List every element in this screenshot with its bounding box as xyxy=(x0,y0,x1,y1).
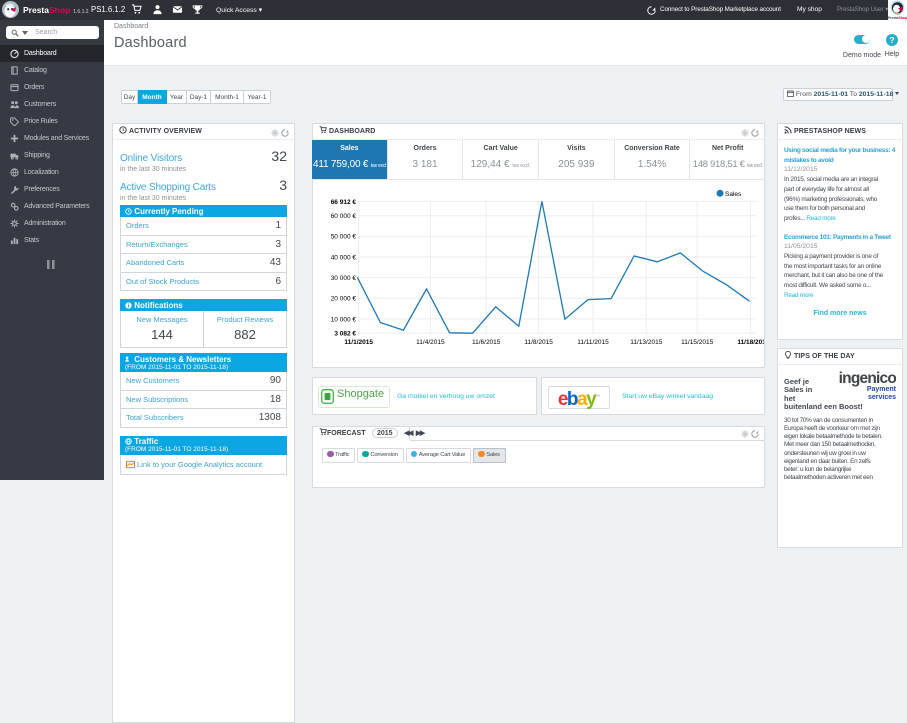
svg-text:40 000 €: 40 000 € xyxy=(331,254,357,261)
svg-text:11/1/2015: 11/1/2015 xyxy=(344,339,373,346)
svg-text:50 000 €: 50 000 € xyxy=(331,234,357,241)
svg-text:11/18/201: 11/18/201 xyxy=(737,339,764,346)
svg-text:3 082 €: 3 082 € xyxy=(334,331,356,338)
svg-text:11/8/2015: 11/8/2015 xyxy=(524,339,553,346)
svg-text:11/4/2015: 11/4/2015 xyxy=(416,339,445,346)
svg-text:PrestaShop: PrestaShop xyxy=(888,16,907,20)
svg-text:30 000 €: 30 000 € xyxy=(331,275,357,282)
svg-text:Sales: Sales xyxy=(725,191,742,198)
svg-text:11/6/2015: 11/6/2015 xyxy=(472,339,501,346)
svg-text:11/13/2015: 11/13/2015 xyxy=(630,339,662,346)
svg-text:60 000 €: 60 000 € xyxy=(331,213,357,220)
svg-text:11/11/2015: 11/11/2015 xyxy=(577,339,609,346)
svg-text:11/15/2015: 11/15/2015 xyxy=(681,339,713,346)
svg-text:66 912 €: 66 912 € xyxy=(331,199,357,206)
svg-text:10 000 €: 10 000 € xyxy=(331,316,357,323)
svg-text:20 000 €: 20 000 € xyxy=(331,296,357,303)
